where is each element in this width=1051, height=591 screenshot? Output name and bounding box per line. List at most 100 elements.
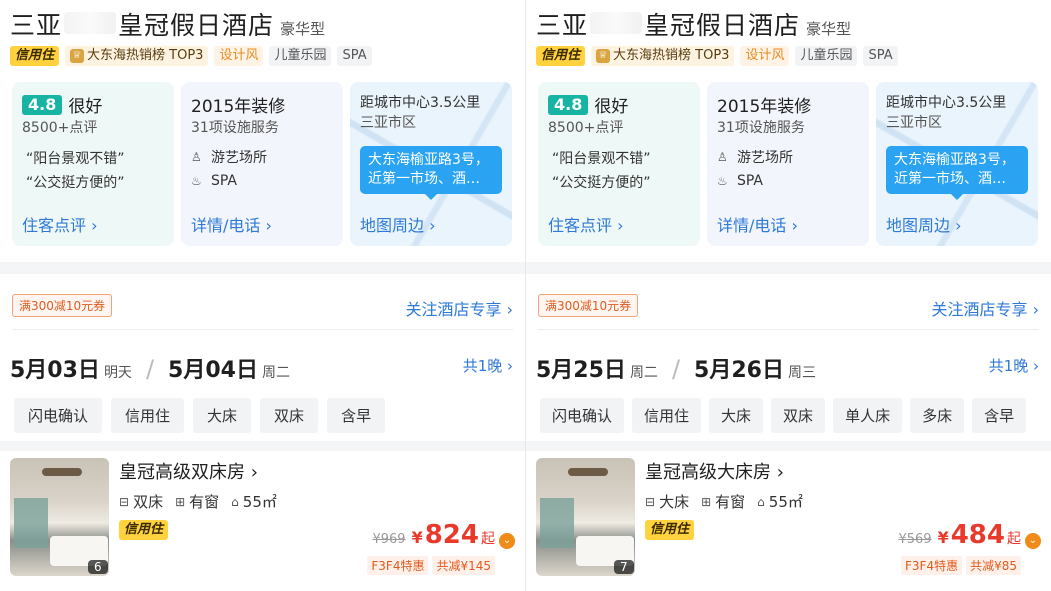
price-area: ¥969 ¥ 824 起 ⌄ bbox=[372, 520, 515, 550]
services-count: 31项设施服务 bbox=[717, 120, 805, 136]
area-icon: ⌂ bbox=[231, 494, 239, 509]
current-price: 484 bbox=[950, 520, 1005, 550]
filter-chip[interactable]: 闪电确认 bbox=[540, 398, 625, 433]
room-card[interactable]: 7 皇冠高级大床房 › ⊟ 大床 ⊞ 有窗 ⌂ 55㎡ 信用住 ¥569 ¥ 484 … bbox=[536, 458, 1041, 580]
review-quote: “公交挺方便的” bbox=[26, 175, 125, 191]
window-icon: ⊞ bbox=[701, 494, 712, 509]
room-photo[interactable]: 6 bbox=[10, 458, 109, 576]
follow-hotel-link[interactable]: 关注酒店专享 › bbox=[406, 296, 514, 320]
reviews-link[interactable]: 住客点评 › bbox=[22, 212, 98, 236]
review-quote: “阳台景观不错” bbox=[552, 151, 651, 167]
promo-label: F3F4特惠 bbox=[367, 556, 429, 575]
divider bbox=[538, 329, 1039, 330]
room-features: ⊟ 双床 ⊞ 有窗 ⌂ 55㎡ bbox=[119, 491, 277, 512]
bed-icon: ⊟ bbox=[119, 494, 130, 509]
playground-icon: ♙ bbox=[191, 150, 202, 164]
filter-chip[interactable]: 双床 bbox=[771, 398, 826, 433]
facility-label: SPA bbox=[737, 173, 764, 189]
rating-word: 很好 bbox=[594, 97, 629, 117]
total-discount: 共减¥145 bbox=[432, 556, 495, 575]
room-filters: 闪电确认 信用住 大床 双床 单人床 多床 含早 bbox=[540, 398, 1027, 433]
date-selector[interactable]: 5月03日 明天 / 5月04日 周二 bbox=[10, 352, 290, 384]
rating-word: 很好 bbox=[68, 97, 103, 117]
date-separator: / bbox=[145, 355, 155, 383]
filter-chip[interactable]: 含早 bbox=[327, 398, 386, 433]
kids-tag: 儿童乐园 bbox=[795, 46, 858, 66]
chevron-down-icon[interactable]: ⌄ bbox=[1025, 533, 1041, 549]
rank-tag[interactable]: ♕ 大东海热销榜 TOP3 bbox=[65, 46, 209, 66]
follow-hotel-link[interactable]: 关注酒店专享 › bbox=[932, 296, 1040, 320]
room-card[interactable]: 6 皇冠高级双床房 › ⊟ 双床 ⊞ 有窗 ⌂ 55㎡ 信用住 ¥969 ¥ 824 … bbox=[10, 458, 515, 580]
discounts: F3F4特惠 共减¥145 bbox=[367, 556, 495, 575]
nights-count[interactable]: 共1晚 › bbox=[463, 355, 513, 376]
hotel-name-suffix: 皇冠假日酒店 bbox=[118, 11, 275, 40]
kids-tag: 儿童乐园 bbox=[269, 46, 332, 66]
currency-symbol: ¥ bbox=[937, 528, 949, 547]
renovation-year: 2015年装修 bbox=[191, 97, 286, 117]
spa-tag: SPA bbox=[863, 46, 898, 66]
room-features: ⊟ 大床 ⊞ 有窗 ⌂ 55㎡ bbox=[645, 491, 803, 512]
filter-chip[interactable]: 大床 bbox=[193, 398, 252, 433]
rating-card[interactable]: 4.8 很好 8500+点评 “阳台景观不错” “公交挺方便的” 住客点评 › bbox=[12, 82, 174, 246]
discounts: F3F4特惠 共减¥85 bbox=[901, 556, 1021, 575]
credit-tag: 信用住 bbox=[645, 520, 695, 540]
services-count: 31项设施服务 bbox=[191, 120, 279, 136]
section-divider bbox=[0, 262, 525, 274]
chevron-down-icon[interactable]: ⌄ bbox=[499, 533, 515, 549]
rank-tag[interactable]: ♕ 大东海热销榜 TOP3 bbox=[591, 46, 735, 66]
nights-count[interactable]: 共1晚 › bbox=[989, 355, 1039, 376]
spa-icon: ♨ bbox=[191, 174, 202, 188]
bed-type: 大床 bbox=[659, 493, 690, 511]
checkout-weekday: 周二 bbox=[261, 365, 290, 381]
trophy-icon: ♕ bbox=[70, 49, 85, 63]
coupon-badge[interactable]: 满300减10元券 bbox=[12, 294, 113, 317]
checkout-weekday: 周三 bbox=[787, 365, 816, 381]
room-name[interactable]: 皇冠高级双床房 › bbox=[119, 458, 258, 484]
filter-chip[interactable]: 多床 bbox=[910, 398, 965, 433]
rating-card[interactable]: 4.8 很好 8500+点评 “阳台景观不错” “公交挺方便的” 住客点评 › bbox=[538, 82, 700, 246]
credit-tag: 信用住 bbox=[10, 46, 60, 66]
trophy-icon: ♕ bbox=[596, 49, 611, 63]
checkout-date: 5月26日 bbox=[694, 358, 784, 383]
info-card[interactable]: 2015年装修 31项设施服务 ♙ 游艺场所 ♨ SPA 详情/电话 › bbox=[707, 82, 869, 246]
coupon-badge[interactable]: 满300减10元券 bbox=[538, 294, 639, 317]
district: 三亚市区 bbox=[360, 115, 416, 131]
room-name[interactable]: 皇冠高级大床房 › bbox=[645, 458, 784, 484]
checkin-weekday: 周二 bbox=[629, 365, 658, 381]
window-info: 有窗 bbox=[715, 493, 746, 511]
date-selector[interactable]: 5月25日 周二 / 5月26日 周三 bbox=[536, 352, 816, 384]
details-phone-link[interactable]: 详情/电话 › bbox=[717, 212, 798, 236]
section-divider bbox=[526, 262, 1051, 274]
map-card[interactable]: 距城市中心3.5公里 三亚市区 大东海榆亚路3号，近第一市场、酒… 地图周边 › bbox=[350, 82, 512, 246]
reviews-link[interactable]: 住客点评 › bbox=[548, 212, 624, 236]
hotel-title: 三亚 皇冠假日酒店 豪华型 bbox=[10, 6, 325, 42]
hotel-type: 豪华型 bbox=[280, 20, 326, 38]
hotel-name-prefix: 三亚 bbox=[536, 11, 589, 40]
rank-tag-label: 大东海热销榜 TOP3 bbox=[87, 48, 204, 63]
district: 三亚市区 bbox=[886, 115, 942, 131]
credit-tag: 信用住 bbox=[119, 520, 169, 540]
filter-chip[interactable]: 含早 bbox=[972, 398, 1027, 433]
filter-chip[interactable]: 大床 bbox=[709, 398, 764, 433]
summary-cards: 4.8 很好 8500+点评 “阳台景观不错” “公交挺方便的” 住客点评 › … bbox=[12, 82, 512, 246]
filter-chip[interactable]: 闪电确认 bbox=[14, 398, 103, 433]
promo-label: F3F4特惠 bbox=[901, 556, 963, 575]
original-price: ¥969 bbox=[372, 532, 406, 547]
filter-chip[interactable]: 双床 bbox=[260, 398, 319, 433]
hotel-tags: 信用住 ♕ 大东海热销榜 TOP3 设计风 儿童乐园 SPA bbox=[536, 46, 898, 66]
map-nearby-link[interactable]: 地图周边 › bbox=[886, 212, 962, 236]
filter-chip[interactable]: 单人床 bbox=[833, 398, 903, 433]
filter-chip[interactable]: 信用住 bbox=[111, 398, 185, 433]
spa-icon: ♨ bbox=[717, 174, 728, 188]
distance-to-center: 距城市中心3.5公里 bbox=[886, 95, 1007, 111]
details-phone-link[interactable]: 详情/电话 › bbox=[191, 212, 272, 236]
original-price: ¥569 bbox=[898, 532, 932, 547]
playground-icon: ♙ bbox=[717, 150, 728, 164]
map-card[interactable]: 距城市中心3.5公里 三亚市区 大东海榆亚路3号，近第一市场、酒… 地图周边 › bbox=[876, 82, 1038, 246]
spa-tag: SPA bbox=[337, 46, 372, 66]
filter-chip[interactable]: 信用住 bbox=[632, 398, 702, 433]
room-photo[interactable]: 7 bbox=[536, 458, 635, 576]
info-card[interactable]: 2015年装修 31项设施服务 ♙ 游艺场所 ♨ SPA 详情/电话 › bbox=[181, 82, 343, 246]
map-nearby-link[interactable]: 地图周边 › bbox=[360, 212, 436, 236]
hotel-tags: 信用住 ♕ 大东海热销榜 TOP3 设计风 儿童乐园 SPA bbox=[10, 46, 372, 66]
